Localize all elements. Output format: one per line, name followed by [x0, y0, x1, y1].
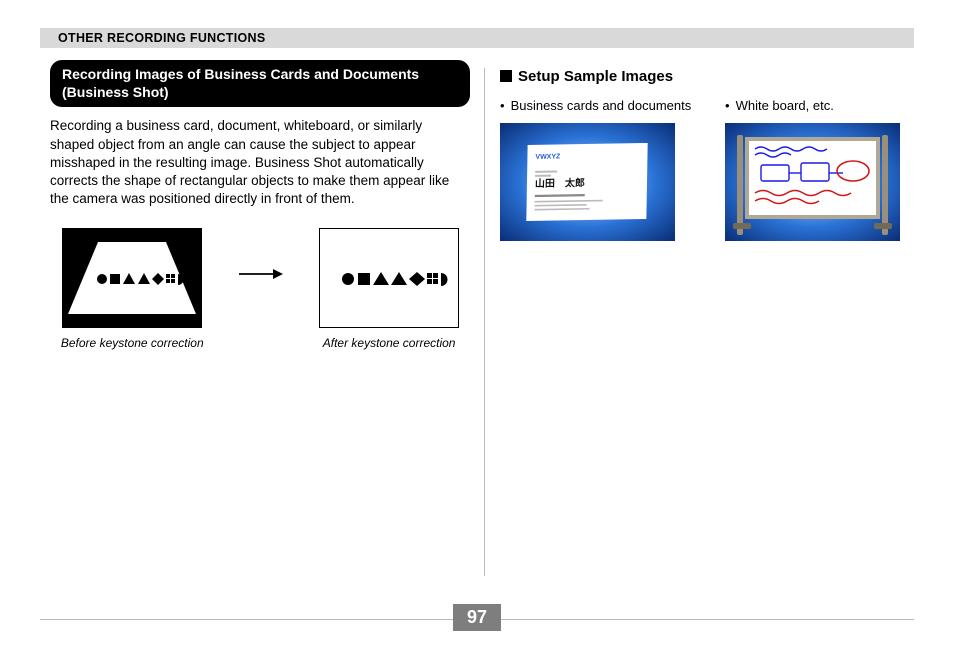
caption-after: After keystone correction — [323, 336, 456, 351]
content-columns: Recording Images of Business Cards and D… — [50, 60, 904, 586]
sample-whiteboard: • White board, etc. — [725, 98, 920, 246]
after-block: After keystone correction — [319, 228, 459, 351]
keystone-diagram: Before keystone correction — [50, 228, 470, 351]
footer: 97 — [40, 619, 914, 620]
square-bullet-icon — [500, 69, 512, 86]
left-column: Recording Images of Business Cards and D… — [50, 60, 470, 586]
svg-text:山田 太郎: 山田 太郎 — [535, 176, 585, 190]
section-title: Recording Images of Business Cards and D… — [50, 60, 470, 107]
page-number: 97 — [453, 604, 501, 631]
sample-row: • Business cards and documents V — [500, 98, 920, 246]
sample2-label-text: White board, etc. — [736, 98, 834, 115]
sample1-label: • Business cards and documents — [500, 98, 695, 115]
header-title: OTHER RECORDING FUNCTIONS — [58, 31, 266, 45]
right-column: Setup Sample Images • Business cards and… — [500, 60, 920, 586]
body-text: Recording a business card, document, whi… — [50, 117, 470, 208]
column-divider — [484, 68, 485, 576]
caption-before: Before keystone correction — [61, 336, 204, 351]
sample-business-card: • Business cards and documents V — [500, 98, 695, 246]
sample2-label: • White board, etc. — [725, 98, 920, 115]
sample1-label-text: Business cards and documents — [511, 98, 692, 115]
sample2-image — [725, 123, 900, 241]
setup-heading-text: Setup Sample Images — [518, 68, 673, 85]
setup-heading: Setup Sample Images — [500, 68, 920, 86]
bullet-icon: • — [725, 98, 730, 115]
bullet-icon: • — [500, 98, 505, 115]
header-bar: OTHER RECORDING FUNCTIONS — [40, 28, 914, 48]
arrow-icon — [239, 266, 283, 282]
after-keystone-image — [319, 228, 459, 328]
before-keystone-image — [62, 228, 202, 328]
svg-text:VWXYZ: VWXYZ — [535, 153, 561, 160]
before-block: Before keystone correction — [61, 228, 204, 351]
sample1-image: VWXYZ 山田 太郎 — [500, 123, 675, 241]
